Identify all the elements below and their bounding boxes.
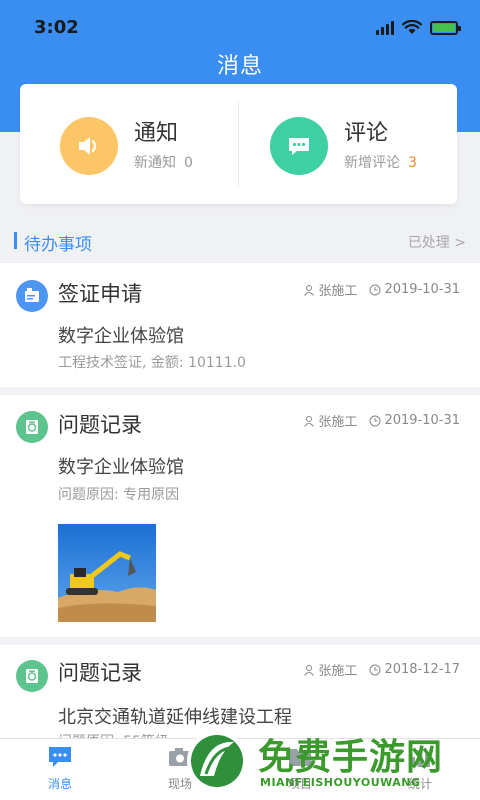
comment-entry[interactable]: 评论 新增评论 3 [270, 116, 417, 176]
task-meta: 张施工 2019-10-31 [303, 280, 460, 299]
summary-divider [238, 102, 239, 186]
clock-icon [369, 415, 381, 426]
clock-icon [369, 284, 381, 295]
status-time: 3:02 [34, 17, 79, 38]
processed-link[interactable]: 已处理 > [408, 232, 466, 252]
task-title: 问题记录 [58, 661, 142, 685]
task-title: 问题记录 [58, 413, 142, 437]
task-user: 张施工 [318, 284, 358, 299]
clock-icon [369, 664, 381, 675]
task-date: 2018-12-17 [384, 662, 460, 677]
task-card[interactable]: 问题记录 张施工 2019-10-31 数字企业体验馆 问题原因: 专用原因 [0, 395, 480, 637]
comment-sub-label: 新增评论 [344, 155, 400, 171]
chat-icon [47, 745, 73, 769]
task-date: 2019-10-31 [384, 413, 460, 428]
task-card[interactable]: 签证申请 张施工 2019-10-31 数字企业体验馆 工程技术签证, 金额: … [0, 263, 480, 387]
notice-count: 0 [184, 155, 193, 171]
watermark-title: 免费手游网 [258, 736, 444, 778]
task-title: 签证申请 [58, 282, 142, 306]
task-meta: 张施工 2018-12-17 [303, 660, 460, 679]
task-project: 数字企业体验馆 [58, 457, 184, 478]
speaker-icon [60, 117, 118, 175]
watermark: 免费手游网 MIANFEISHOUYOUWANG [180, 722, 480, 800]
task-meta: 张施工 2019-10-31 [303, 411, 460, 430]
visa-application-icon [16, 280, 48, 312]
tab-label: 消息 [47, 777, 72, 791]
task-detail: 问题原因: 专用原因 [58, 487, 180, 503]
task-date: 2019-10-31 [384, 282, 460, 297]
page-title: 消息 [216, 54, 263, 79]
status-icons [376, 20, 461, 35]
excavator-photo[interactable] [58, 524, 156, 622]
user-icon [304, 664, 315, 676]
notice-entry[interactable]: 通知 新通知 0 [60, 116, 193, 176]
status-bar: 3:02 [0, 0, 480, 52]
user-icon [304, 415, 315, 427]
battery-icon [430, 20, 461, 35]
notice-sub-label: 新通知 [134, 155, 176, 171]
comment-title: 评论 [344, 121, 389, 146]
section-accent-bar [14, 232, 17, 249]
issue-record-icon [16, 411, 48, 443]
todo-section-header: 待办事项 已处理 > [0, 226, 480, 256]
watermark-subtitle: MIANFEISHOUYOUWANG [260, 776, 421, 789]
message-summary-card: 通知 新通知 0 评论 新增评论 3 [20, 84, 457, 204]
todo-section-title: 待办事项 [24, 235, 92, 255]
notice-title: 通知 [134, 121, 179, 146]
task-user: 张施工 [318, 415, 358, 430]
user-icon [304, 284, 315, 296]
issue-record-icon [16, 660, 48, 692]
watermark-logo-icon [187, 731, 247, 791]
comment-count: 3 [408, 155, 417, 171]
task-detail: 工程技术签证, 金额: 10111.0 [58, 355, 246, 371]
signal-icon [376, 20, 394, 35]
task-project: 数字企业体验馆 [58, 326, 184, 347]
tab-messages[interactable]: 消息 [20, 745, 100, 792]
wifi-icon [402, 20, 422, 34]
comment-bubble-icon [270, 117, 328, 175]
task-user: 张施工 [318, 664, 358, 679]
